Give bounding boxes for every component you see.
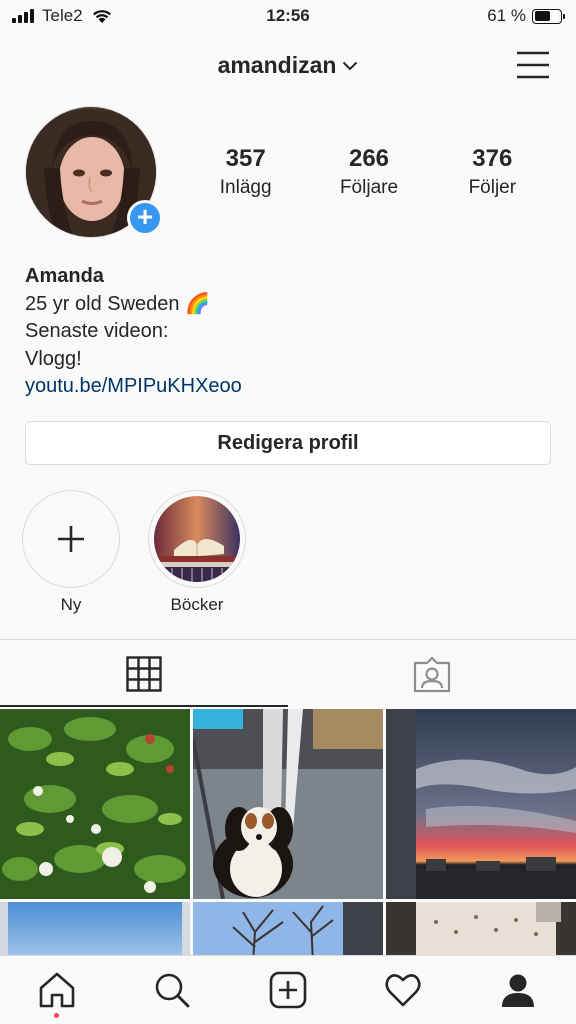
stat-following[interactable]: 376 Följer — [431, 145, 554, 199]
grid-post[interactable] — [193, 902, 383, 955]
plus-icon: + — [136, 201, 154, 232]
nav-profile[interactable] — [498, 970, 538, 1010]
grid-icon — [126, 656, 162, 692]
highlight-books[interactable]: Böcker — [148, 490, 246, 615]
highlight-books-circle[interactable] — [148, 490, 246, 588]
highlight-new-circle[interactable] — [22, 490, 120, 588]
nav-home[interactable] — [37, 970, 77, 1010]
following-count: 376 — [472, 145, 513, 172]
posts-label: Inlägg — [219, 177, 272, 198]
hamburger-menu-icon[interactable] — [516, 48, 550, 82]
books-image — [154, 496, 240, 582]
nav-activity[interactable] — [383, 970, 423, 1010]
bio-line: Senaste videon: — [25, 320, 169, 342]
profile-stats: 357 Inlägg 266 Följare 376 Följer — [184, 145, 554, 199]
plus-icon — [58, 526, 84, 552]
grid-post[interactable] — [0, 709, 190, 899]
profile-icon — [502, 974, 534, 1007]
add-story-button[interactable]: + — [127, 200, 163, 236]
home-icon — [39, 972, 75, 1008]
active-tab-indicator — [0, 705, 288, 707]
nav-new-post[interactable] — [268, 970, 308, 1010]
stat-posts[interactable]: 357 Inlägg — [184, 145, 307, 199]
battery-percent: 61 % — [487, 6, 526, 25]
account-switcher[interactable]: amandizan — [0, 52, 576, 79]
bio-link[interactable]: youtu.be/MPIPuKHXeoo — [25, 373, 545, 401]
battery-icon — [532, 8, 565, 24]
highlight-label: Ny — [60, 595, 82, 614]
grid-post[interactable] — [193, 709, 383, 899]
stat-followers[interactable]: 266 Följare — [307, 145, 430, 199]
grid-post[interactable] — [386, 902, 576, 955]
bio-line: Vlogg! — [25, 347, 82, 370]
heart-icon — [385, 974, 421, 1007]
nav-search[interactable] — [152, 970, 192, 1010]
followers-label: Följare — [339, 177, 399, 198]
posts-count: 357 — [225, 145, 266, 172]
display-name: Amanda — [25, 265, 104, 287]
status-bar: Tele2 12:56 61 % — [0, 0, 576, 34]
profile-header: amandizan — [0, 34, 576, 96]
profile-bio: Amanda 25 yr old Sweden 🌈 Senaste videon… — [25, 263, 545, 401]
tagged-person-icon — [413, 656, 451, 693]
tab-tagged[interactable] — [288, 640, 576, 708]
username: amandizan — [217, 52, 337, 78]
new-post-icon — [269, 971, 307, 1009]
edit-profile-button[interactable]: Redigera profil — [25, 421, 551, 465]
grid-post[interactable] — [386, 709, 576, 899]
profile-tabs — [0, 640, 576, 708]
tab-grid[interactable] — [0, 640, 288, 708]
status-right: 61 % — [487, 6, 565, 26]
followers-count: 266 — [348, 145, 390, 172]
bio-line: 25 yr old Sweden 🌈 — [25, 292, 210, 315]
highlight-new[interactable]: Ny — [22, 490, 120, 615]
grid-post[interactable] — [0, 902, 190, 955]
search-icon — [155, 973, 190, 1008]
profile-avatar-container[interactable]: + — [25, 106, 163, 240]
battery-fill — [534, 11, 550, 21]
notification-dot — [54, 1013, 59, 1018]
posts-grid — [0, 709, 576, 955]
chevron-down-icon — [343, 61, 358, 71]
following-label: Följer — [468, 177, 517, 198]
bottom-navigation — [0, 955, 576, 1024]
highlight-label: Böcker — [170, 595, 224, 614]
